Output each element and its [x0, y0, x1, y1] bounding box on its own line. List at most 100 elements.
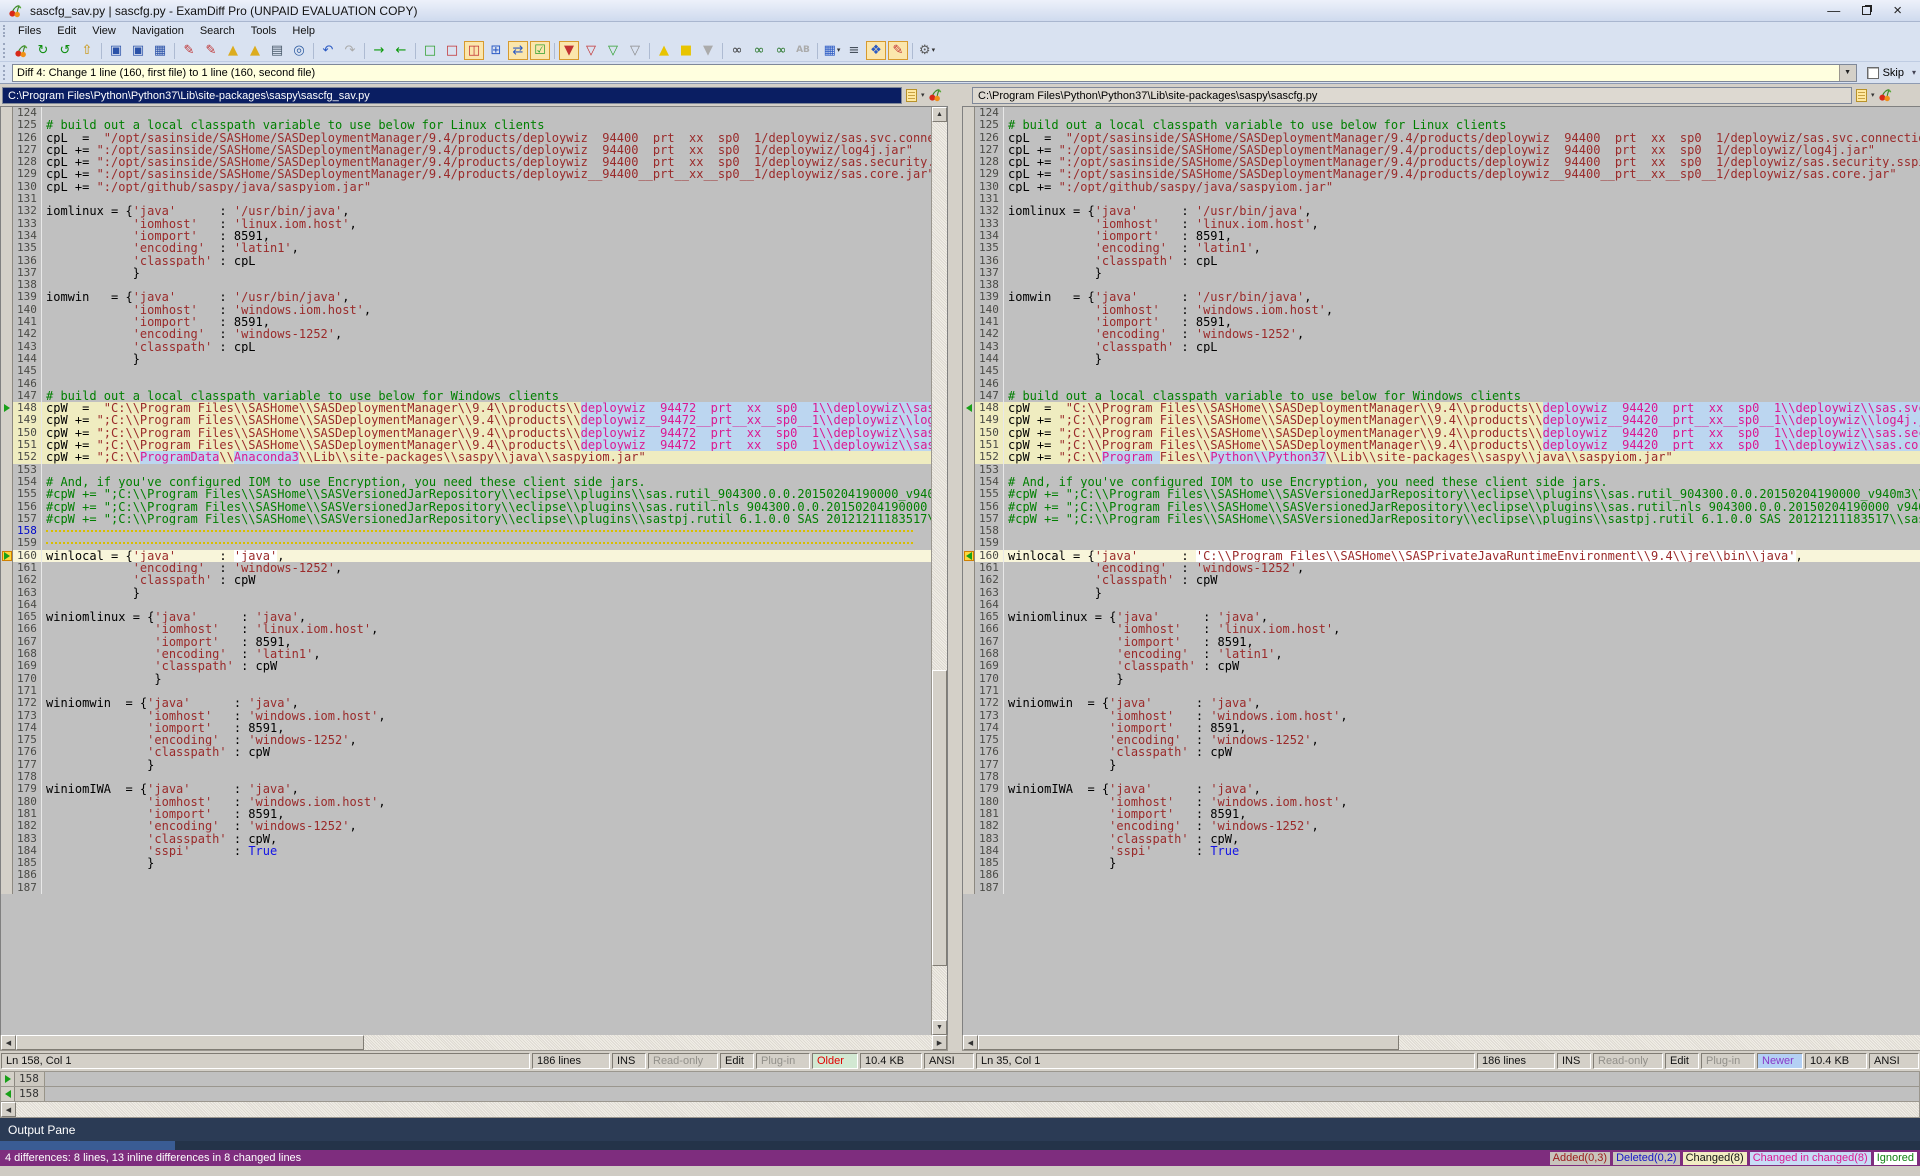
second-file-icon[interactable]: ▲ — [245, 41, 265, 60]
layout-icon[interactable]: ▦▾ — [822, 41, 842, 60]
filter-changed-icon[interactable]: ▽ — [625, 41, 645, 60]
grip-handle[interactable] — [3, 43, 6, 58]
find-icon[interactable]: ∞ — [727, 41, 747, 60]
second-file-code[interactable]: 124125# build out a local classpath vari… — [963, 107, 1920, 1035]
first-file-icon[interactable]: ▲ — [223, 41, 243, 60]
grip-handle[interactable] — [3, 65, 6, 80]
filter-all-diffs-icon[interactable]: ▼ — [559, 41, 579, 60]
diff-combo-dropdown-icon[interactable]: ▼ — [1839, 65, 1856, 81]
current-diff-icon[interactable]: ■ — [676, 41, 696, 60]
next-diff-icon[interactable]: ▼ — [698, 41, 718, 60]
diff-arrow-icon[interactable] — [2, 403, 12, 413]
scrollbar-thumb[interactable] — [932, 670, 947, 966]
edit-second-file-icon[interactable]: ✎ — [201, 41, 221, 60]
scroll-up-icon[interactable]: ▲ — [932, 107, 947, 122]
menu-tools[interactable]: Tools — [243, 23, 285, 39]
previous-diff-icon[interactable]: ▲ — [654, 41, 674, 60]
synchronize-panes-icon[interactable]: ⇄ — [508, 41, 528, 60]
print-icon[interactable]: ▤ — [267, 41, 287, 60]
save-second-file-icon[interactable]: ▣ — [128, 41, 148, 60]
diff-arrow-icon[interactable] — [964, 403, 974, 413]
scrollbar-thumb[interactable] — [16, 1035, 364, 1050]
open-files-icon[interactable]: ⇧ — [77, 41, 97, 60]
filter-deleted-icon[interactable]: ▽ — [581, 41, 601, 60]
scroll-left-icon[interactable]: ◀ — [1, 1102, 16, 1117]
settings-icon[interactable]: ⚙▾ — [917, 41, 937, 60]
skip-checkbox[interactable] — [1867, 67, 1879, 79]
diff-summary: 4 differences: 8 lines, 13 inline differ… — [5, 1152, 301, 1164]
filter-added-icon[interactable]: ▽ — [603, 41, 623, 60]
line-number: 173 — [975, 710, 1003, 722]
first-file-path[interactable]: C:\Program Files\Python\Python37\Lib\sit… — [2, 87, 902, 104]
save-first-file-icon[interactable]: ▣ — [106, 41, 126, 60]
diff-gutter — [963, 734, 975, 746]
chevron-down-icon[interactable]: ▾ — [932, 44, 936, 57]
auto-recompare-icon[interactable]: ☑ — [530, 41, 550, 60]
line-inspector-icon[interactable]: ≡ — [844, 41, 864, 60]
compare-icon[interactable] — [1878, 88, 1892, 102]
compare-icon[interactable] — [928, 88, 942, 102]
copy-block-right-icon[interactable]: → — [369, 41, 389, 60]
code-line: 126cpL = "/opt/sasinside/SASHome/SASDepl… — [963, 132, 1920, 144]
code-line: 168 'encoding' : 'latin1', — [1, 648, 931, 660]
second-file-path[interactable]: C:\Program Files\Python\Python37\Lib\sit… — [972, 87, 1852, 104]
code-text: #cpW += ";C:\\Program Files\\SASHome\\SA… — [41, 501, 931, 513]
output-pane-tab[interactable] — [0, 1141, 175, 1150]
find-next-icon[interactable]: ∞ — [749, 41, 769, 60]
match-case-icon[interactable]: AB — [793, 41, 813, 60]
first-file-status-bar: Ln 158, Col 1186 linesINSRead-onlyEditPl… — [0, 1052, 975, 1070]
show-identical-icon[interactable]: □ — [420, 41, 440, 60]
file-menu-icon[interactable] — [1856, 89, 1867, 102]
first-file-code[interactable]: 124125# build out a local classpath vari… — [1, 107, 931, 1035]
restore-button[interactable] — [1862, 4, 1871, 17]
diff-combo[interactable]: Diff 4: Change 1 line (160, first file) … — [12, 64, 1857, 82]
find-previous-icon[interactable]: ∞ — [771, 41, 791, 60]
scroll-left-icon[interactable]: ◀ — [1, 1035, 16, 1050]
vertical-scrollbar[interactable]: ▲ ▼ — [931, 107, 947, 1035]
minimize-button[interactable]: — — [1827, 4, 1840, 17]
pane-splitter[interactable] — [948, 106, 962, 1051]
chevron-down-icon[interactable]: ▾ — [837, 44, 841, 57]
diff-arrow-icon[interactable] — [2, 551, 12, 561]
show-different-icon[interactable]: □ — [442, 41, 462, 60]
horizontal-scrollbar[interactable]: ◀ ▶ — [962, 1035, 1920, 1051]
scrollbar-thumb[interactable] — [978, 1035, 1399, 1050]
undo-icon[interactable]: ↶ — [318, 41, 338, 60]
menu-files[interactable]: Files — [10, 23, 49, 39]
split-horizontal-icon[interactable]: ◫ — [464, 41, 484, 60]
edit-mode-icon[interactable]: ✎ — [888, 41, 908, 60]
compare-files-icon[interactable] — [11, 41, 31, 60]
horizontal-scrollbar[interactable]: ◀ ▶ — [0, 1035, 948, 1051]
menu-view[interactable]: View — [84, 23, 124, 39]
chevron-down-icon[interactable]: ▾ — [1871, 91, 1875, 99]
copy-block-left-icon[interactable]: ← — [391, 41, 411, 60]
code-line: 168 'encoding' : 'latin1', — [963, 648, 1920, 660]
redo-icon[interactable]: ↷ — [340, 41, 360, 60]
close-button[interactable]: × — [1893, 4, 1902, 17]
scroll-right-icon[interactable]: ▶ — [932, 1035, 947, 1050]
skip-option[interactable]: Skip — [1857, 67, 1912, 79]
diff-legend-badge: Added(0,3) — [1550, 1152, 1610, 1165]
print-preview-icon[interactable]: ◎ — [289, 41, 309, 60]
chevron-down-icon[interactable]: ▾ — [1912, 68, 1920, 77]
grip-handle[interactable] — [3, 25, 6, 38]
diff-arrow-icon[interactable] — [964, 551, 974, 561]
inspector-scrollbar[interactable]: ◀ — [0, 1101, 1920, 1118]
scroll-down-icon[interactable]: ▼ — [932, 1020, 947, 1035]
menu-search[interactable]: Search — [192, 23, 243, 39]
code-line: 181 'iomport' : 8591, — [1, 808, 931, 820]
show-all-panes-icon[interactable]: ⊞ — [486, 41, 506, 60]
recompare-icon[interactable]: ↻ — [33, 41, 53, 60]
plugins-icon[interactable]: ❖ — [866, 41, 886, 60]
edit-first-file-icon[interactable]: ✎ — [179, 41, 199, 60]
menu-help[interactable]: Help — [284, 23, 323, 39]
save-both-files-icon[interactable]: ▦ — [150, 41, 170, 60]
menu-edit[interactable]: Edit — [49, 23, 84, 39]
chevron-down-icon[interactable]: ▾ — [921, 91, 925, 99]
code-text: 'iomhost' : 'windows.iom.host', — [1003, 304, 1920, 316]
file-menu-icon[interactable] — [906, 89, 917, 102]
menu-navigation[interactable]: Navigation — [124, 23, 192, 39]
output-pane-header[interactable]: Output Pane — [0, 1118, 1920, 1141]
refresh-results-icon[interactable]: ↺ — [55, 41, 75, 60]
scroll-left-icon[interactable]: ◀ — [963, 1035, 978, 1050]
